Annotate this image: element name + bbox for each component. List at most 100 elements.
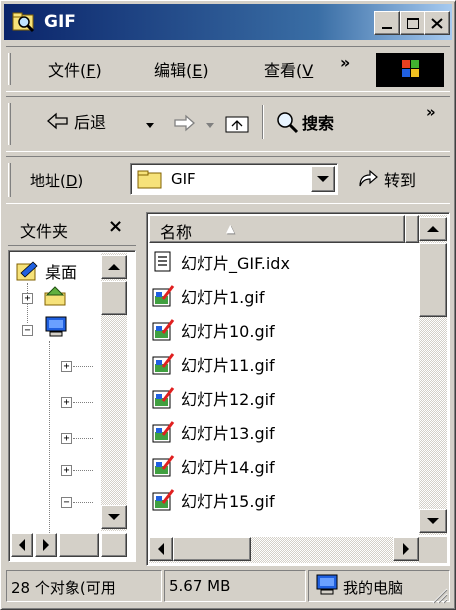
network-folder-icon: [44, 286, 66, 306]
folders-pane-header: 文件夹 ×: [8, 212, 136, 246]
windows-flag-icon: [402, 60, 419, 77]
tree-vscroll-thumb[interactable]: [101, 281, 127, 315]
status-object-count: 28 个对象(可用: [6, 570, 162, 602]
address-label: 地址(D): [30, 172, 84, 190]
window-title: GIF: [44, 12, 76, 32]
file-scroll-up-button[interactable]: [419, 217, 447, 241]
gif-image-icon: [152, 387, 175, 409]
tree-scroll-right-button[interactable]: [35, 533, 57, 557]
menu-file[interactable]: 文件(F): [48, 57, 102, 81]
my-computer-icon: [316, 574, 338, 595]
tree-collapse-icon[interactable]: −: [22, 325, 33, 336]
scroll-corner: [101, 533, 127, 557]
toolbar-grip[interactable]: [8, 103, 11, 145]
text-file-icon: [154, 251, 171, 272]
folder-icon: [137, 170, 162, 189]
gif-image-icon: [152, 489, 175, 511]
go-arrow-icon: [359, 169, 378, 187]
tree-expand-icon[interactable]: +: [22, 293, 33, 304]
gif-image-icon: [152, 285, 175, 307]
tree-line: [73, 438, 93, 439]
tree-expand-icon[interactable]: +: [61, 433, 72, 444]
close-icon: [431, 17, 443, 29]
close-button[interactable]: [424, 11, 450, 35]
list-item[interactable]: 幻灯片12.gif: [151, 383, 275, 413]
tree-line: [73, 470, 93, 471]
gif-image-icon: [152, 353, 175, 375]
list-item[interactable]: 幻灯片13.gif: [151, 417, 275, 447]
maximize-icon: [407, 17, 419, 29]
tree-line: [73, 402, 93, 403]
file-scroll-right-button[interactable]: [393, 537, 419, 561]
up-folder-icon[interactable]: [224, 111, 250, 135]
menu-view[interactable]: 查看(V: [264, 57, 313, 81]
file-scroll-down-button[interactable]: [419, 509, 447, 533]
arrow-down-icon: [108, 514, 120, 520]
list-item[interactable]: 幻灯片14.gif: [151, 451, 275, 481]
column-header-name[interactable]: 名称 ▲: [149, 215, 405, 243]
my-computer-icon: [45, 316, 67, 337]
tree-expand-icon[interactable]: +: [61, 397, 72, 408]
menu-grip[interactable]: [8, 53, 11, 85]
folders-pane-close[interactable]: ×: [108, 216, 123, 237]
address-input[interactable]: GIF: [171, 170, 196, 188]
arrow-up-icon: [108, 264, 120, 270]
arrow-right-icon: [43, 539, 49, 551]
menu-chevron[interactable]: »: [340, 53, 350, 72]
arrow-right-icon: [403, 543, 409, 555]
arrow-up-icon: [427, 226, 439, 232]
tree-line: [49, 341, 50, 541]
back-button[interactable]: 后退: [46, 109, 106, 133]
list-item[interactable]: 幻灯片11.gif: [151, 349, 275, 379]
back-arrow-icon: [47, 112, 68, 130]
pane-splitter[interactable]: [138, 212, 144, 566]
toolbar-chevron[interactable]: »: [426, 103, 436, 121]
maximize-button[interactable]: [400, 11, 426, 35]
address-dropdown-button[interactable]: [311, 166, 335, 192]
sort-ascending-icon: ▲: [226, 222, 235, 235]
tree-line: [73, 366, 93, 367]
arrow-left-icon: [158, 543, 164, 555]
address-combobox[interactable]: GIF: [130, 163, 338, 195]
resize-grip-icon[interactable]: [430, 586, 448, 604]
list-item[interactable]: 幻灯片1.gif: [151, 281, 265, 311]
status-size: 5.67 MB: [164, 570, 306, 602]
windows-logo: [376, 53, 444, 87]
folder-tree[interactable]: 桌面 + − + + + + −: [8, 250, 136, 562]
menu-bar: 文件(F) 编辑(E) 查看(V »: [6, 46, 450, 92]
list-item[interactable]: 幻灯片_GIF.idx: [151, 247, 290, 277]
status-zone: 我的电脑: [308, 570, 450, 602]
forward-arrow-icon[interactable]: [172, 113, 198, 133]
file-hscroll-thumb[interactable]: [173, 537, 251, 561]
forward-dropdown-icon[interactable]: [206, 123, 214, 128]
search-icon: [277, 112, 299, 134]
address-grip[interactable]: [8, 163, 11, 197]
file-list[interactable]: 名称 ▲ 幻灯片_GIF.idx 幻灯片1.gif 幻灯片10.gif 幻灯片11.g…: [146, 212, 450, 566]
back-dropdown-icon[interactable]: [146, 123, 154, 128]
chevron-down-icon: [317, 176, 329, 182]
menu-edit[interactable]: 编辑(E): [154, 57, 209, 81]
title-bar[interactable]: GIF: [4, 4, 452, 40]
list-item[interactable]: 幻灯片10.gif: [151, 315, 275, 345]
column-header-filler: [405, 215, 419, 243]
file-vscroll-thumb[interactable]: [419, 243, 447, 317]
tree-collapse-icon[interactable]: −: [61, 497, 72, 508]
search-button[interactable]: 搜索: [274, 109, 334, 135]
desktop-icon: [16, 261, 38, 281]
address-bar: 地址(D) GIF 转到: [6, 156, 450, 204]
tree-scroll-up-button[interactable]: [101, 255, 127, 279]
go-button[interactable]: 转到: [356, 167, 416, 191]
tree-line: [73, 502, 93, 503]
file-scroll-left-button[interactable]: [149, 537, 173, 561]
scroll-corner: [419, 537, 447, 563]
minimize-button[interactable]: [374, 11, 400, 35]
tree-expand-icon[interactable]: +: [61, 465, 72, 476]
tree-scroll-down-button[interactable]: [101, 505, 127, 529]
tree-expand-icon[interactable]: +: [61, 361, 72, 372]
list-item[interactable]: 幻灯片15.gif: [151, 485, 275, 515]
tree-scroll-left-button[interactable]: [11, 533, 33, 557]
folder-search-icon: [12, 12, 35, 33]
tree-root-desktop[interactable]: 桌面: [45, 259, 95, 283]
tree-hscroll-thumb[interactable]: [59, 533, 99, 557]
minimize-icon: [382, 27, 392, 29]
